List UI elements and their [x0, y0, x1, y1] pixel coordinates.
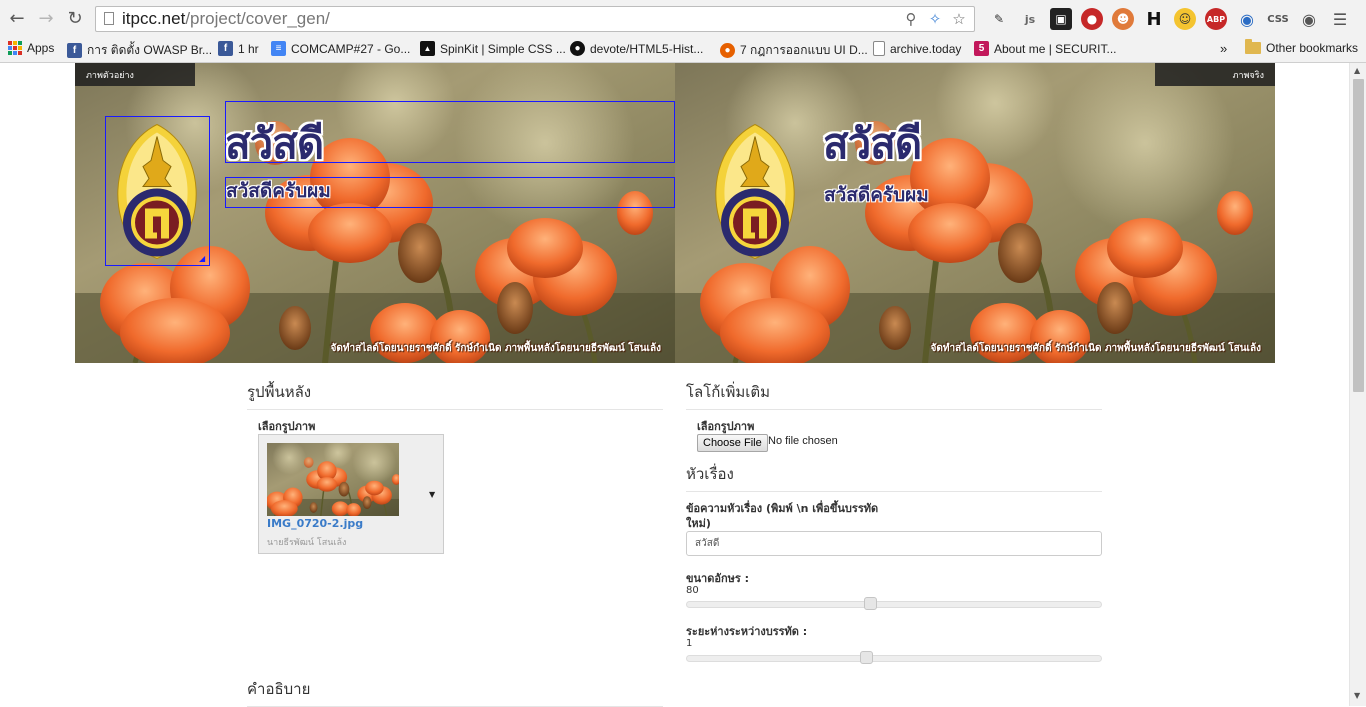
chat-icon[interactable]: ◉ [1298, 8, 1320, 30]
url-text: itpcc.net/project/cover_gen/ [122, 9, 330, 28]
line-spacing-slider[interactable] [686, 651, 1102, 664]
bookmarks-overflow[interactable]: » [1220, 41, 1227, 56]
pen-icon[interactable]: ✎ [988, 8, 1010, 30]
bookmarks-bar: Apps f การ ติดตั้ง OWASP Br... f 1 hr ≡ … [0, 38, 1366, 63]
bookmark-ui-design[interactable]: ● 7 กฎการออกแบบ UI D... [720, 41, 868, 60]
title-section-heading: หัวเรื่อง [686, 462, 1102, 492]
preview-actual: ภาพจริง สวัสดี สวัสดีครับผม จัดทำสไลด์โด… [675, 63, 1275, 363]
preview-credit: จัดทำสไลด์โดยนายราชศักดิ์ รักษ์กำเนิด ภา… [330, 343, 661, 354]
line-spacing-slider-handle[interactable] [860, 651, 873, 664]
docs-icon: ≡ [271, 41, 286, 56]
title-text-label-line2: ใหม่) [686, 517, 711, 530]
scroll-down-icon[interactable]: ▼ [1354, 691, 1360, 700]
spinkit-icon: ▲ [420, 41, 435, 56]
bookmark-apps[interactable]: Apps [8, 41, 54, 55]
address-bar[interactable]: itpcc.net/project/cover_gen/ ⚲ ✧ ☆ [95, 6, 975, 32]
back-arrow-icon[interactable]: ← [6, 8, 28, 30]
other-bookmarks[interactable]: Other bookmarks [1245, 39, 1358, 55]
bookmark-1hr[interactable]: f 1 hr [218, 41, 259, 56]
star-icon[interactable]: ☆ [950, 9, 968, 29]
js-icon[interactable]: js [1019, 8, 1041, 30]
h-icon[interactable]: H [1143, 8, 1165, 30]
logo-section-heading: โลโก้เพิ่มเติม [686, 380, 1102, 410]
page-icon [873, 41, 885, 56]
browser-toolbar: ← → ↻ itpcc.net/project/cover_gen/ ⚲ ✧ ☆… [0, 0, 1366, 39]
forward-arrow-icon[interactable]: → [35, 8, 57, 30]
css-icon[interactable]: CSS [1267, 8, 1289, 30]
preview-title: สวัสดี [823, 119, 922, 168]
facebook-icon: f [67, 43, 82, 58]
firefox-icon: ● [720, 43, 735, 58]
smiley-icon[interactable]: ☺ [1174, 8, 1196, 30]
site-icon: 5 [974, 41, 989, 56]
menu-icon[interactable]: ☰ [1329, 8, 1351, 30]
background-author: นายธีรพัฒน์ โสนเล้ง [267, 538, 347, 548]
bookmark-archive[interactable]: archive.today [873, 41, 961, 56]
translate-icon[interactable]: ✧ [926, 9, 944, 29]
globe-icon[interactable]: ◉ [1236, 8, 1258, 30]
background-thumbnail [267, 443, 399, 516]
line-spacing-value: 1 [686, 638, 693, 649]
window-icon[interactable]: ▣ [1050, 8, 1072, 30]
bookmark-owasp[interactable]: f การ ติดตั้ง OWASP Br... [67, 41, 212, 60]
reload-icon[interactable]: ↻ [64, 8, 86, 30]
font-size-slider[interactable] [686, 597, 1102, 610]
apps-grid-icon [8, 41, 22, 55]
choose-file-button[interactable]: Choose File [697, 434, 768, 452]
github-icon: ● [570, 41, 585, 56]
folder-icon [1245, 39, 1261, 54]
page-scrollbar[interactable]: ▲ ▼ [1349, 63, 1366, 706]
preview-sample: ภาพตัวอย่าง สวัสดี สวัสดีครับผม จัดทำสไล… [75, 63, 675, 363]
page-icon [104, 12, 114, 25]
title-text-input[interactable]: สวัสดี [686, 531, 1102, 556]
search-icon[interactable]: ⚲ [902, 9, 920, 29]
preview-credit: จัดทำสไลด์โดยนายราชศักดิ์ รักษ์กำเนิด ภา… [930, 343, 1261, 354]
file-status-text: No file chosen [768, 435, 838, 447]
scrollbar-thumb[interactable] [1353, 79, 1364, 392]
font-size-slider-handle[interactable] [864, 597, 877, 610]
background-select-label: เลือกรูปภาพ [258, 420, 316, 433]
line-spacing-label: ระยะห่างระหว่างบรรทัด : [686, 625, 808, 638]
facebook-icon: f [218, 41, 233, 56]
description-section-heading: คำอธิบาย [247, 677, 663, 707]
sample-label: ภาพตัวอย่าง [75, 63, 195, 86]
bookmark-github[interactable]: ● devote/HTML5-Hist... [570, 41, 703, 56]
background-image-picker[interactable]: IMG_0720-2.jpg นายธีรพัฒน์ โสนเล้ง ▼ [258, 434, 444, 554]
font-size-value: 80 [686, 585, 699, 596]
preview-subtitle: สวัสดีครับผม [824, 184, 929, 206]
bookmark-spinkit[interactable]: ▲ SpinKit | Simple CSS ... [420, 41, 566, 56]
subtitle-drag-box[interactable] [225, 177, 675, 208]
actual-label: ภาพจริง [1155, 63, 1275, 86]
scroll-up-icon[interactable]: ▲ [1354, 66, 1360, 75]
logo-drag-box[interactable] [105, 116, 210, 266]
bookmark-comcamp[interactable]: ≡ COMCAMP#27 - Go... [271, 41, 410, 56]
university-seal-logo [715, 124, 795, 259]
background-file-name: IMG_0720-2.jpg [267, 517, 364, 530]
logo-select-label: เลือกรูปภาพ [697, 420, 755, 433]
title-drag-box[interactable] [225, 101, 675, 163]
dropdown-caret-icon[interactable]: ▼ [429, 490, 435, 499]
background-section-heading: รูปพื้นหลัง [247, 380, 663, 410]
stop-icon[interactable]: ● [1081, 8, 1103, 30]
abp-icon[interactable]: ABP [1205, 8, 1227, 30]
santa-icon[interactable]: ☻ [1112, 8, 1134, 30]
resize-handle-icon[interactable]: ◢ [199, 254, 205, 263]
bookmark-about-me[interactable]: 5 About me | SECURIT... [974, 41, 1117, 56]
title-text-label: ข้อความหัวเรื่อง (พิมพ์ \n เพื่อขึ้นบรรท… [686, 502, 879, 515]
